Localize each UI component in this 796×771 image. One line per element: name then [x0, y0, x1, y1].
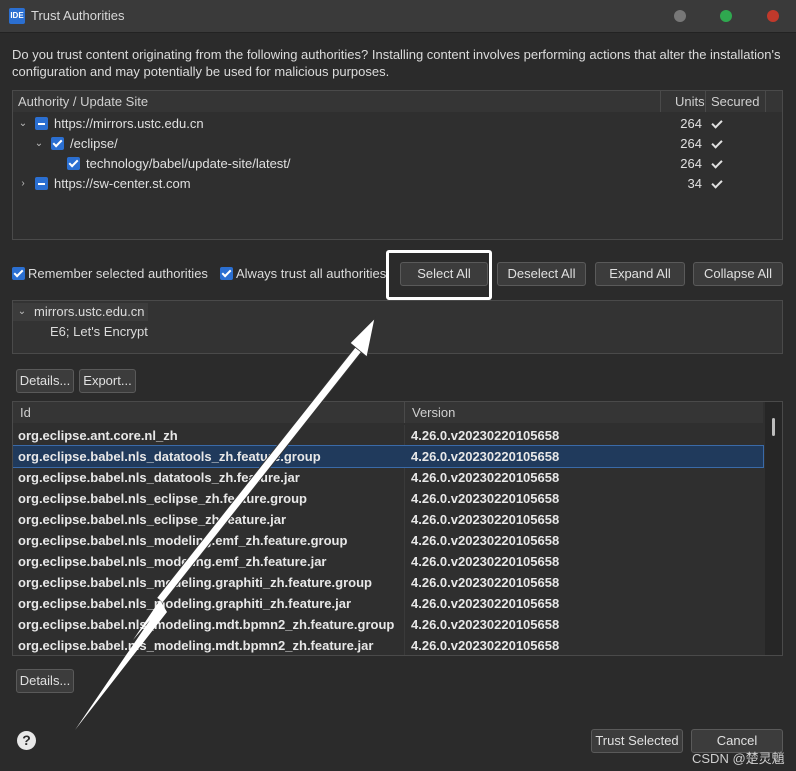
watermark: CSDN @楚灵魈 [692, 751, 785, 766]
annotation-arrow-icon [75, 316, 376, 730]
